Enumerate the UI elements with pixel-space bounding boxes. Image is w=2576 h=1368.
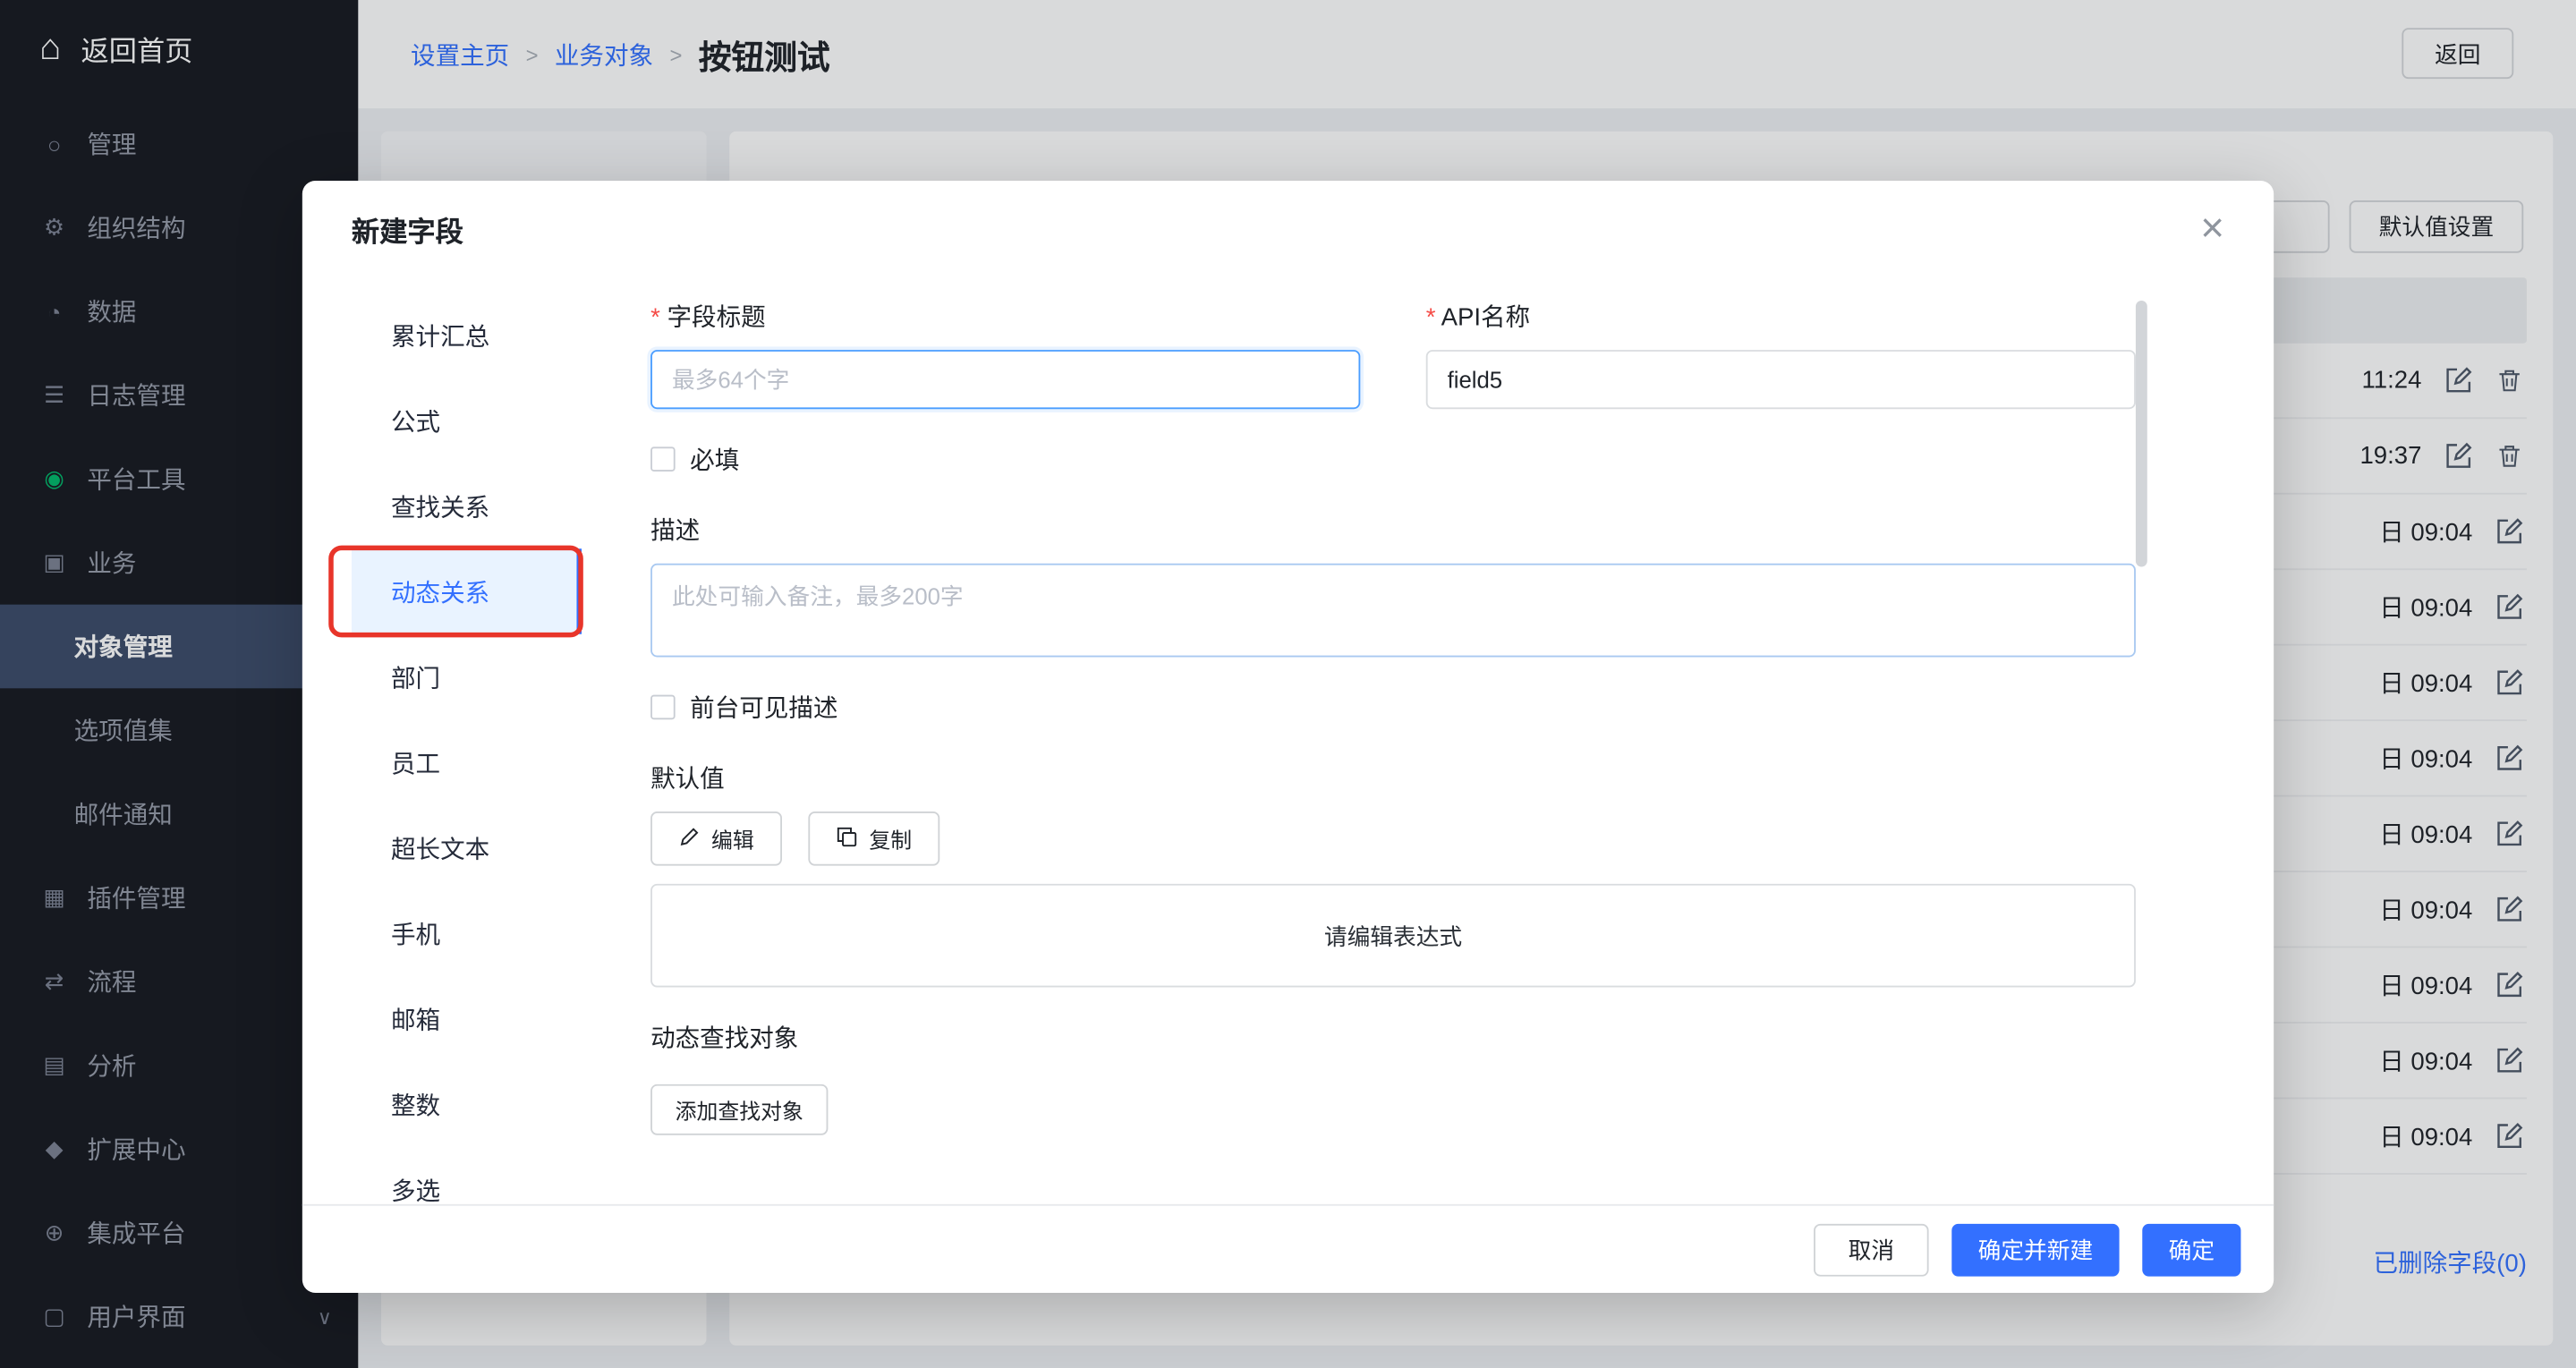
nav-item-integer[interactable]: 整数: [352, 1061, 582, 1146]
default-value-label: 默认值: [650, 760, 2136, 795]
nav-item-email[interactable]: 邮箱: [352, 976, 582, 1061]
cancel-button[interactable]: 取消: [1814, 1223, 1929, 1276]
modal-title: 新建字段: [352, 208, 463, 249]
confirm-and-new-button[interactable]: 确定并新建: [1951, 1223, 2119, 1276]
field-title-input[interactable]: [650, 350, 1360, 409]
required-checkbox[interactable]: [650, 446, 676, 472]
edit-button-label: 编辑: [711, 823, 754, 854]
nav-item-label: 累计汇总: [391, 318, 489, 353]
nav-item-label: 查找关系: [391, 489, 489, 523]
modal-body: 累计汇总 公式 查找关系 动态关系 部门 员工 超长文本 手机 邮箱 整数 多选…: [302, 276, 2274, 1203]
nav-item-employee[interactable]: 员工: [352, 719, 582, 804]
nav-item-rollup-summary[interactable]: 累计汇总: [352, 293, 582, 378]
copy-icon: [837, 826, 858, 852]
field-form: 字段标题 API名称 必填 描述 前台可见描述: [582, 276, 2274, 1203]
required-checkbox-label: 必填: [690, 442, 739, 477]
nav-item-formula[interactable]: 公式: [352, 378, 582, 463]
nav-item-multi-select[interactable]: 多选: [352, 1147, 582, 1204]
modal-footer: 取消 确定并新建 确定: [302, 1204, 2274, 1293]
dynamic-lookup-label: 动态查找对象: [650, 1020, 2136, 1055]
modal-header: 新建字段 ×: [302, 181, 2274, 276]
nav-item-label: 邮箱: [391, 1001, 440, 1036]
close-icon[interactable]: ×: [2200, 208, 2224, 249]
front-visible-checkbox-label: 前台可见描述: [690, 690, 837, 725]
expression-placeholder-text: 请编辑表达式: [1324, 919, 1462, 952]
confirm-button[interactable]: 确定: [2142, 1223, 2240, 1276]
copy-expression-button[interactable]: 复制: [808, 811, 939, 866]
front-visible-checkbox[interactable]: [650, 695, 676, 720]
nav-item-lookup-relation[interactable]: 查找关系: [352, 463, 582, 548]
app-window: ⌂ 返回首页 ○ 管理 ⚙ 组织结构 ◔ 数据 ☰ 日志管理 ◉ 平台工具: [0, 0, 2576, 1368]
edit-expression-button[interactable]: 编辑: [650, 811, 782, 866]
field-title-label: 字段标题: [650, 299, 1360, 334]
nav-item-label: 部门: [391, 659, 440, 694]
new-field-modal: 新建字段 × 累计汇总 公式 查找关系 动态关系 部门 员工 超长文本 手机 邮…: [302, 181, 2274, 1293]
description-label: 描述: [650, 513, 2136, 548]
nav-item-label: 超长文本: [391, 830, 489, 865]
nav-item-department[interactable]: 部门: [352, 634, 582, 719]
nav-item-mobile[interactable]: 手机: [352, 890, 582, 975]
nav-item-label: 动态关系: [391, 574, 489, 609]
api-name-input[interactable]: [1426, 350, 2136, 409]
nav-item-label: 手机: [391, 916, 440, 951]
add-lookup-object-button[interactable]: 添加查找对象: [650, 1084, 828, 1135]
nav-item-label: 整数: [391, 1087, 440, 1122]
copy-button-label: 复制: [869, 823, 912, 854]
nav-item-label: 多选: [391, 1172, 440, 1204]
field-type-nav: 累计汇总 公式 查找关系 动态关系 部门 员工 超长文本 手机 邮箱 整数 多选: [302, 276, 582, 1203]
pencil-icon: [678, 826, 700, 852]
nav-item-label: 公式: [391, 404, 440, 438]
description-textarea[interactable]: [650, 564, 2136, 658]
modal-scrollbar-thumb[interactable]: [2136, 301, 2147, 566]
api-name-label: API名称: [1426, 299, 2136, 334]
nav-item-long-text[interactable]: 超长文本: [352, 805, 582, 890]
expression-box[interactable]: 请编辑表达式: [650, 884, 2136, 988]
nav-item-label: 员工: [391, 745, 440, 780]
nav-item-dynamic-relation[interactable]: 动态关系: [352, 548, 582, 633]
